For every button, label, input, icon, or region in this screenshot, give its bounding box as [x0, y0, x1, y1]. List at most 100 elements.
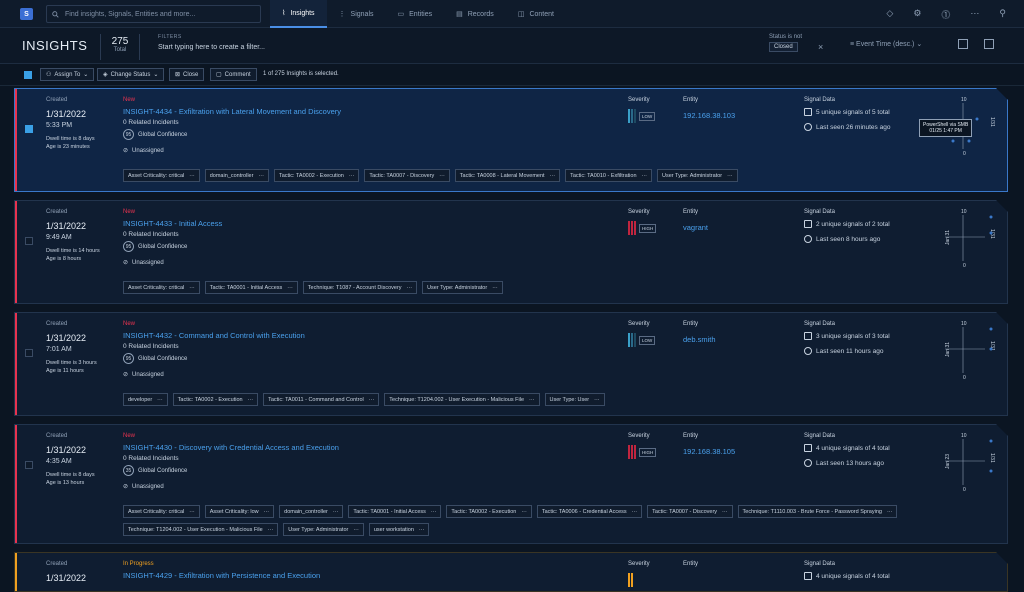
more-icon[interactable]: ··· — [258, 173, 264, 179]
settings-icon[interactable]: ⚙ — [913, 8, 921, 21]
signal-timeline-chart[interactable]: 10 0 Jan 31 1/31 — [925, 319, 995, 379]
entity-link[interactable]: vagrant — [683, 223, 708, 232]
sort-dropdown[interactable]: ≡ Event Time (desc.) ⌄ — [850, 40, 922, 48]
insight-card[interactable]: Created 1/31/2022 9:49 AM Dwell time is … — [14, 200, 1008, 304]
more-icon[interactable]: ··· — [431, 509, 437, 515]
more-icon[interactable]: ··· — [189, 509, 195, 515]
insight-card[interactable]: Created 1/31/2022 In Progress INSIGHT-44… — [14, 552, 1008, 592]
signal-timeline-chart[interactable]: 10 0 Jan 31 1/31 — [925, 207, 995, 267]
insight-checkbox[interactable] — [25, 461, 33, 469]
close-button[interactable]: ⊠ Close — [169, 68, 205, 81]
signal-timeline-chart[interactable]: 10 0 Jan 23 1/31 — [925, 431, 995, 491]
tab-entities[interactable]: ▭ Entities — [386, 0, 445, 28]
more-icon[interactable]: ··· — [550, 173, 556, 179]
chart-point[interactable] — [990, 216, 993, 219]
tag[interactable]: Asset Criticality: critical ··· — [123, 281, 200, 294]
insight-checkbox[interactable] — [25, 349, 33, 357]
tag[interactable]: Tactic: TA0006 - Credential Access ··· — [537, 505, 642, 518]
chart-point[interactable] — [990, 348, 993, 351]
more-icon[interactable]: ··· — [407, 285, 413, 291]
alerts-icon[interactable]: ⓵ — [941, 8, 950, 21]
tag[interactable]: user workstation ··· — [369, 523, 430, 536]
assignee[interactable]: ⊘ Unassigned — [123, 483, 164, 490]
chart-point[interactable] — [976, 118, 979, 121]
tab-insights[interactable]: ⌇ Insights — [270, 0, 327, 28]
tag[interactable]: User Type: Administrator ··· — [657, 169, 738, 182]
insight-title-link[interactable]: INSIGHT-4432 - Command and Control with … — [123, 331, 305, 340]
chart-point[interactable] — [990, 440, 993, 443]
more-icon[interactable]: ··· — [492, 285, 498, 291]
insight-title-link[interactable]: INSIGHT-4434 - Exfiltration with Lateral… — [123, 107, 341, 116]
more-icon[interactable]: ··· — [264, 509, 270, 515]
more-icon[interactable]: ··· — [642, 173, 648, 179]
chart-point[interactable] — [990, 470, 993, 473]
more-icon[interactable]: ··· — [189, 173, 195, 179]
more-icon[interactable]: ··· — [157, 397, 163, 403]
assignee[interactable]: ⊘ Unassigned — [123, 371, 164, 378]
tag[interactable]: Tactic: TA0001 - Initial Access ··· — [348, 505, 441, 518]
more-icon[interactable]: ··· — [722, 509, 728, 515]
status-filter-chip[interactable]: Closed — [769, 42, 798, 52]
entity-link[interactable]: 192.168.38.105 — [683, 447, 735, 456]
tag[interactable]: User Type: User ··· — [545, 393, 605, 406]
tag[interactable]: Technique: T1204.002 - User Execution - … — [384, 393, 539, 406]
tab-records[interactable]: ▤ Records — [444, 0, 506, 28]
apps-grid-icon[interactable]: ⋯ — [970, 8, 979, 21]
more-icon[interactable]: ··· — [521, 509, 527, 515]
more-icon[interactable]: ··· — [189, 285, 195, 291]
tag[interactable]: Tactic: TA0010 - Exfiltration ··· — [565, 169, 652, 182]
insight-checkbox[interactable] — [25, 125, 33, 133]
more-icon[interactable]: ··· — [439, 173, 445, 179]
tag[interactable]: Tactic: TA0001 - Initial Access ··· — [205, 281, 298, 294]
tag[interactable]: Technique: T1087 - Account Discovery ··· — [303, 281, 417, 294]
tag[interactable]: Technique: T1110.003 - Brute Force - Pas… — [738, 505, 898, 518]
comment-button[interactable]: ▢ Comment — [210, 68, 257, 81]
assignee[interactable]: ⊘ Unassigned — [123, 259, 164, 266]
bell-icon[interactable]: ◇ — [886, 8, 893, 21]
user-menu-icon[interactable]: ⚲ — [999, 8, 1006, 21]
entity-link[interactable]: 192.168.38.103 — [683, 111, 735, 120]
tag[interactable]: Asset Criticality: low ··· — [205, 505, 274, 518]
app-logo[interactable]: S — [20, 8, 33, 20]
entity-link[interactable]: deb.smith — [683, 335, 716, 344]
more-icon[interactable]: ··· — [287, 285, 293, 291]
status-filter[interactable]: Status is not Closed — [769, 34, 802, 52]
more-icon[interactable]: ··· — [632, 509, 638, 515]
more-icon[interactable]: ··· — [727, 173, 733, 179]
tag[interactable]: Technique: T1204.002 - User Execution - … — [123, 523, 278, 536]
assignee[interactable]: ⊘ Unassigned — [123, 147, 164, 154]
filter-input[interactable]: FILTERS Start typing here to create a fi… — [158, 34, 265, 51]
insight-card[interactable]: Created 1/31/2022 4:35 AM Dwell time is … — [14, 424, 1008, 544]
more-icon[interactable]: ··· — [353, 527, 359, 533]
card-view-icon[interactable] — [958, 39, 968, 49]
tag[interactable]: domain_controller ··· — [279, 505, 343, 518]
assign-to-button[interactable]: ⚇ Assign To ⌄ — [40, 68, 95, 81]
tab-content[interactable]: ◫ Content — [506, 0, 566, 28]
tag[interactable]: domain_controller ··· — [205, 169, 269, 182]
global-search-input[interactable]: Find insights, Signals, Entities and mor… — [46, 5, 261, 23]
tag[interactable]: Asset Criticality: critical ··· — [123, 505, 200, 518]
tag[interactable]: Tactic: TA0011 - Command and Control ··· — [263, 393, 379, 406]
table-view-icon[interactable] — [984, 39, 994, 49]
chart-point[interactable] — [952, 140, 955, 143]
tag[interactable]: Tactic: TA0002 - Execution ··· — [173, 393, 258, 406]
chart-point[interactable] — [968, 140, 971, 143]
more-icon[interactable]: ··· — [369, 397, 375, 403]
chart-point[interactable] — [990, 328, 993, 331]
tag[interactable]: developer ··· — [123, 393, 168, 406]
tag[interactable]: Tactic: TA0002 - Execution ··· — [274, 169, 359, 182]
more-icon[interactable]: ··· — [529, 397, 535, 403]
tag[interactable]: Tactic: TA0007 - Discovery ··· — [647, 505, 732, 518]
insight-title-link[interactable]: INSIGHT-4430 - Discovery with Credential… — [123, 443, 339, 452]
clear-filter-icon[interactable]: × — [818, 42, 823, 52]
change-status-button[interactable]: ◈ Change Status ⌄ — [97, 68, 165, 81]
chart-point[interactable] — [990, 232, 993, 235]
more-icon[interactable]: ··· — [248, 397, 254, 403]
more-icon[interactable]: ··· — [419, 527, 425, 533]
tab-signals[interactable]: ⋮ Signals — [327, 0, 386, 28]
more-icon[interactable]: ··· — [333, 509, 339, 515]
insight-card[interactable]: Created 1/31/2022 7:01 AM Dwell time is … — [14, 312, 1008, 416]
tag[interactable]: Tactic: TA0002 - Execution ··· — [446, 505, 531, 518]
more-icon[interactable]: ··· — [594, 397, 600, 403]
insight-card[interactable]: Created 1/31/2022 5:33 PM Dwell time is … — [14, 88, 1008, 192]
